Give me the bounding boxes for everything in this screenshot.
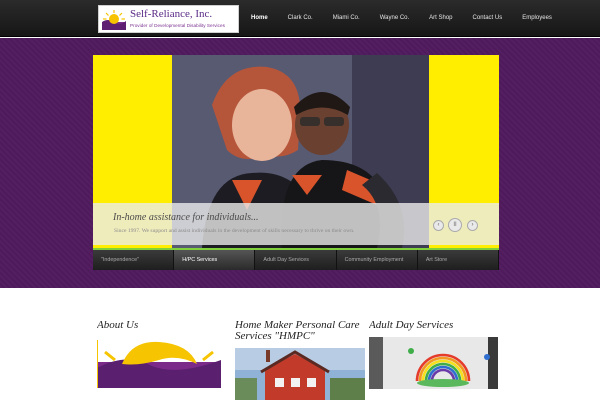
nav-contact-us[interactable]: Contact Us	[463, 11, 513, 27]
about-us-logo-image	[97, 338, 221, 400]
nav-miami-co[interactable]: Miami Co.	[323, 11, 370, 27]
logo-tagline: Provider of Developmental Disability Ser…	[130, 23, 225, 28]
slide-caption-title: In-home assistance for individuals...	[113, 212, 259, 223]
logo-sun-icon	[102, 10, 126, 30]
hmpc-column: Home Maker Personal Care Services "HMPC"	[235, 320, 365, 400]
about-us-column: About Us	[97, 320, 227, 400]
hmpc-house-image	[235, 348, 365, 400]
slider-prev-button[interactable]: ‹	[433, 220, 444, 231]
nav-art-shop[interactable]: Art Shop	[419, 11, 462, 27]
adult-day-rainbow-image	[369, 337, 498, 389]
nav-home[interactable]: Home	[241, 11, 278, 27]
adult-day-services-column: Adult Day Services	[369, 320, 499, 400]
adult-day-services-heading[interactable]: Adult Day Services	[369, 320, 499, 331]
slider-tabs: "Independence" H/PC Services Adult Day S…	[93, 248, 500, 270]
nav-clark-co[interactable]: Clark Co.	[278, 11, 323, 27]
slider-tab-art-store[interactable]: Art Store	[418, 250, 500, 270]
hmpc-heading[interactable]: Home Maker Personal Care Services "HMPC"	[235, 320, 365, 342]
logo-name: Self-Reliance, Inc.	[130, 8, 213, 20]
hero-slider: In-home assistance for individuals... Si…	[93, 55, 499, 248]
slider-tab-adult-day-services[interactable]: Adult Day Services	[255, 250, 337, 270]
about-us-heading[interactable]: About Us	[97, 320, 227, 331]
nav-employees[interactable]: Employees	[512, 11, 562, 27]
slider-next-button[interactable]: ›	[467, 220, 478, 231]
site-logo[interactable]: Self-Reliance, Inc. Provider of Developm…	[98, 5, 239, 33]
slider-pause-button[interactable]: II	[448, 218, 462, 232]
slider-tab-independence[interactable]: "Independence"	[93, 250, 175, 270]
slide-caption-text: Since 1997. We support and assist indivi…	[114, 228, 355, 234]
slider-tab-community-employment[interactable]: Community Employment	[337, 250, 418, 270]
main-nav: Home Clark Co. Miami Co. Wayne Co. Art S…	[241, 11, 562, 27]
slider-tab-hpc-services[interactable]: H/PC Services	[174, 250, 256, 270]
nav-wayne-co[interactable]: Wayne Co.	[370, 11, 419, 27]
site-header: Self-Reliance, Inc. Provider of Developm…	[0, 0, 600, 37]
